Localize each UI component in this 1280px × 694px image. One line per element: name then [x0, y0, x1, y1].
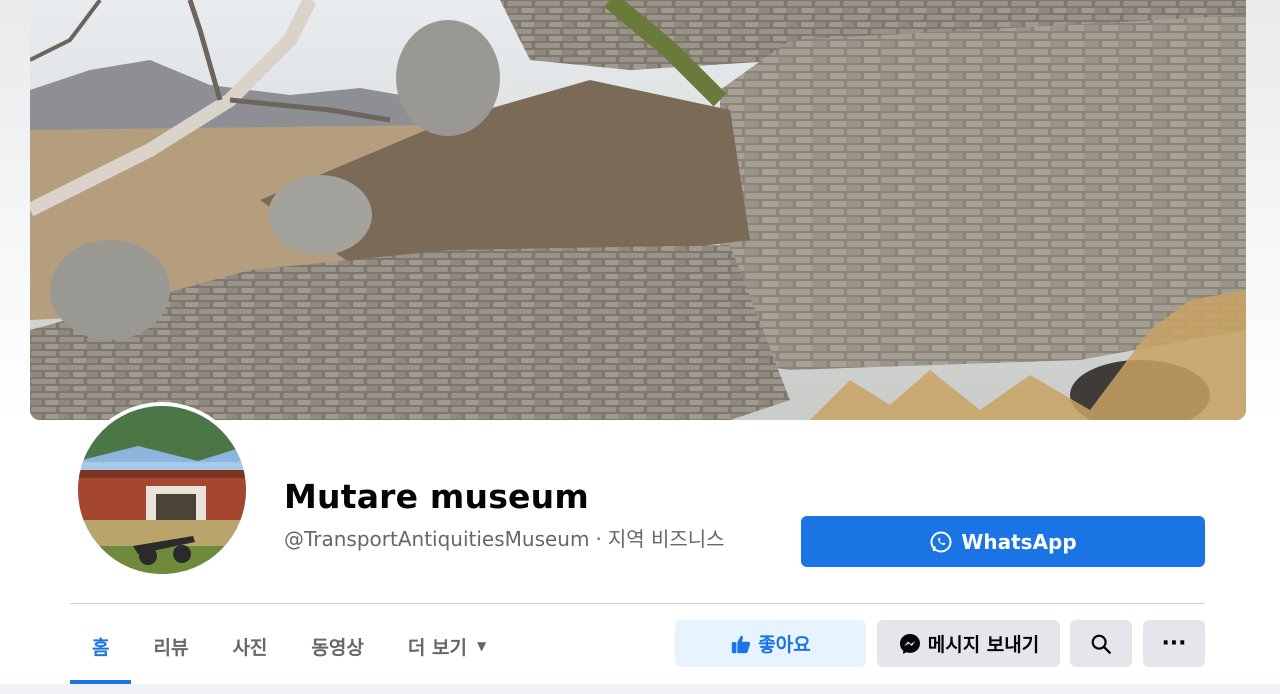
search-button[interactable] — [1070, 620, 1132, 667]
send-message-label: 메시지 보내기 — [927, 634, 1040, 656]
tab-home-label: 홈 — [92, 636, 110, 659]
cover-photo[interactable] — [30, 0, 1246, 420]
page-subtitle: @TransportAntiquitiesMuseum · 지역 비즈니스 — [284, 523, 725, 552]
tab-more-label: 더 보기 — [407, 636, 467, 659]
like-label: 좋아요 — [758, 634, 811, 656]
tab-photos-label: 사진 — [232, 636, 268, 659]
profile-picture-image — [78, 406, 246, 574]
cover-photo-image — [30, 0, 1246, 420]
tab-reviews[interactable]: 리뷰 — [131, 610, 210, 682]
page-handle[interactable]: @TransportAntiquitiesMuseum — [284, 527, 589, 551]
messenger-icon — [899, 633, 920, 654]
page-bottom-strip — [0, 684, 1280, 694]
whatsapp-button[interactable]: WhatsApp — [801, 516, 1205, 567]
page-title: Mutare museum — [284, 477, 589, 516]
subtitle-separator: · — [595, 527, 602, 551]
profile-picture[interactable] — [74, 402, 250, 578]
tab-videos[interactable]: 동영상 — [289, 610, 385, 682]
like-button[interactable]: 좋아요 — [675, 620, 866, 667]
tab-home[interactable]: 홈 — [70, 610, 132, 684]
whatsapp-icon — [930, 531, 952, 552]
thumbs-up-icon — [732, 635, 751, 653]
tab-videos-label: 동영상 — [311, 636, 364, 659]
more-dots-icon: ··· — [1161, 631, 1187, 656]
caret-down-icon: ▼ — [476, 639, 487, 653]
whatsapp-label: WhatsApp — [961, 529, 1077, 554]
send-message-button[interactable]: 메시지 보내기 — [877, 620, 1060, 667]
tab-photos[interactable]: 사진 — [210, 610, 289, 682]
search-icon — [1091, 634, 1111, 654]
page-category[interactable]: 지역 비즈니스 — [608, 527, 725, 551]
more-options-button[interactable]: ··· — [1143, 620, 1205, 667]
tab-reviews-label: 리뷰 — [153, 636, 189, 659]
divider — [70, 603, 1205, 604]
page-tabs: 홈 리뷰 사진 동영상 더 보기 ▼ — [70, 610, 508, 684]
tab-more[interactable]: 더 보기 ▼ — [386, 610, 508, 682]
